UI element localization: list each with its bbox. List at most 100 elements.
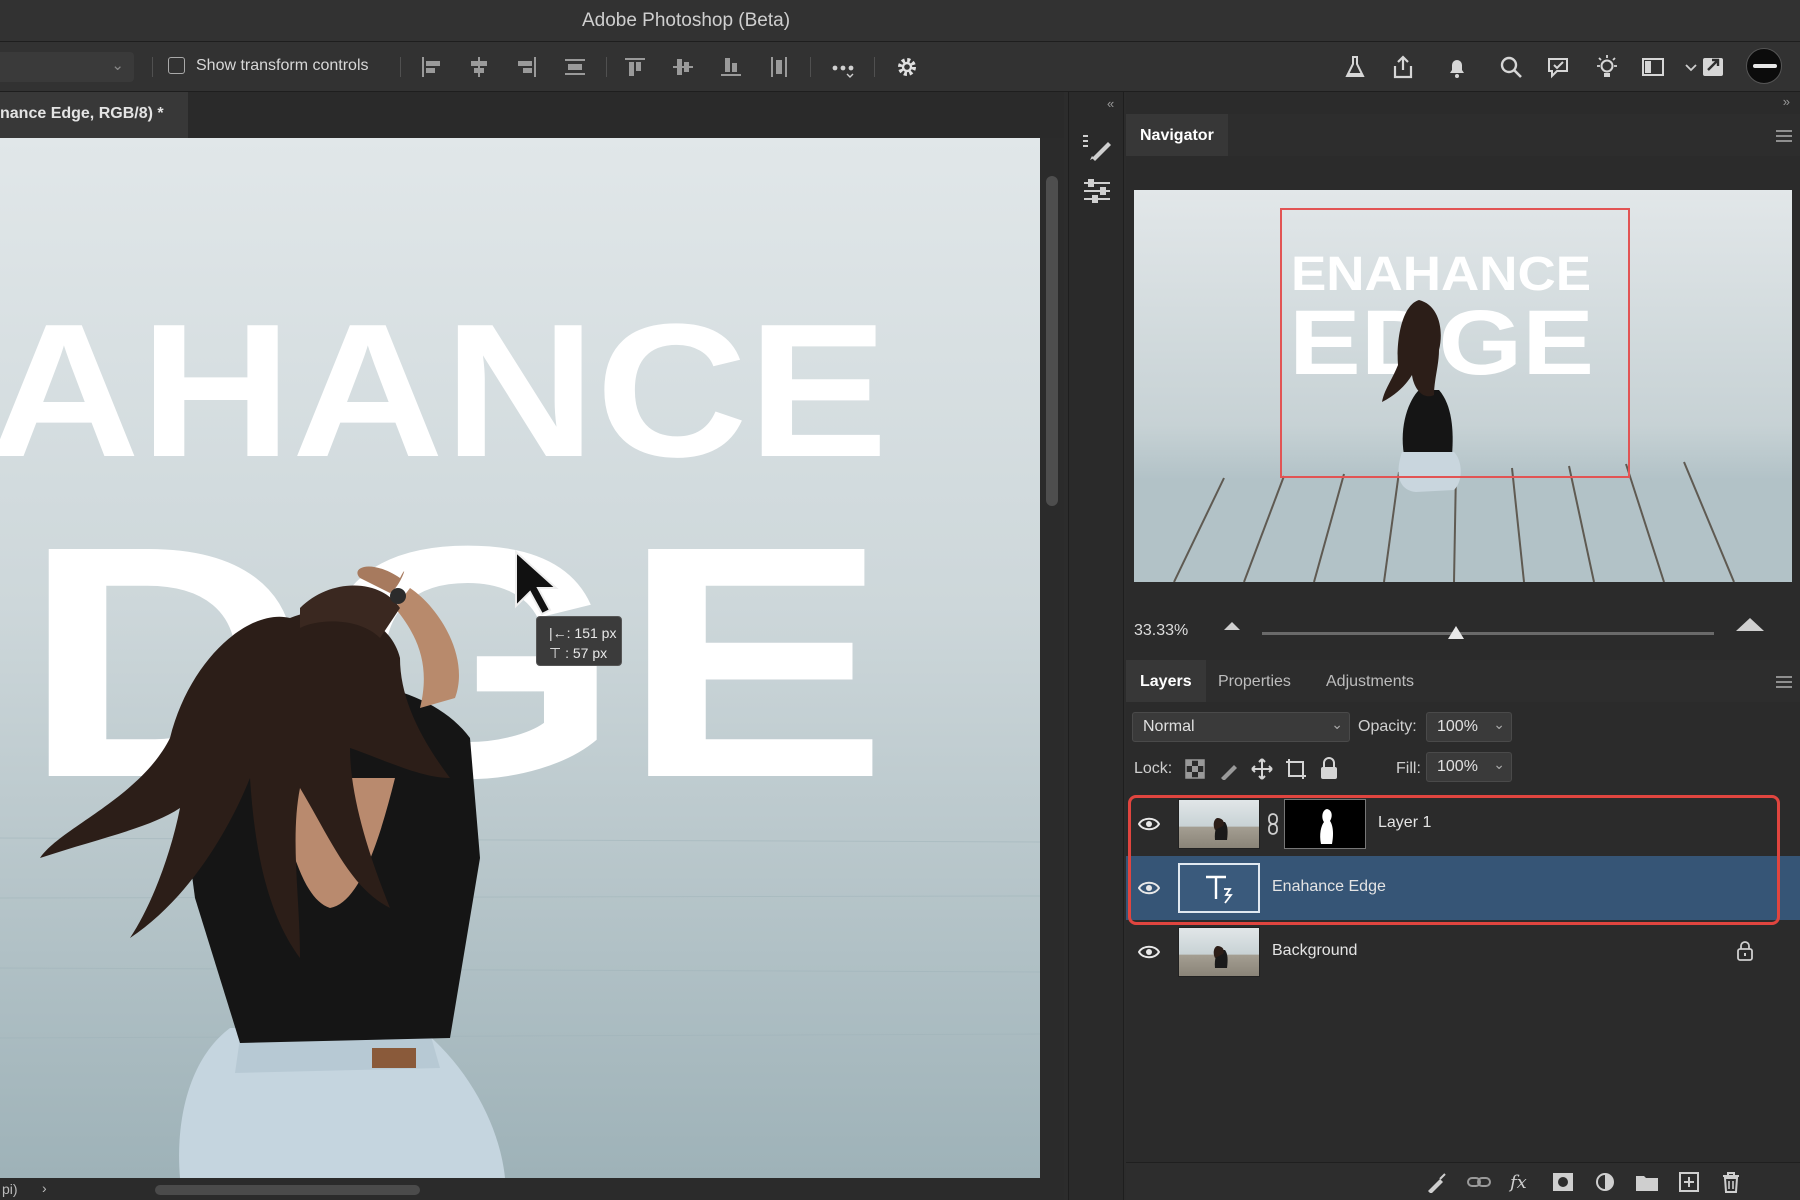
flask-icon[interactable]	[1342, 54, 1368, 80]
add-mask-icon[interactable]	[1550, 1171, 1576, 1193]
blend-row: Normal ⌄ Opacity: 100% ⌄	[1126, 704, 1800, 752]
new-layer-icon[interactable]	[1676, 1171, 1702, 1193]
eye-icon[interactable]	[1138, 942, 1160, 962]
search-icon[interactable]	[1498, 54, 1524, 80]
align-top-icon[interactable]	[622, 54, 648, 80]
separator	[152, 57, 153, 77]
brush-icon[interactable]	[1424, 1171, 1450, 1193]
document-tab-row: nance Edge, RGB/8) *	[0, 92, 1064, 138]
tool-preset-dropdown[interactable]: ⌄	[0, 52, 134, 82]
panel-dock: «	[1068, 92, 1124, 1200]
adjustments-sliders-icon[interactable]	[1080, 174, 1114, 208]
separator	[874, 57, 875, 77]
chevron-down-icon[interactable]: ⌄	[1493, 716, 1505, 733]
distribute-horizontal-icon[interactable]	[766, 54, 792, 80]
canvas-artwork: AHANCE DGE	[0, 138, 1040, 1178]
more-options-icon[interactable]	[830, 54, 856, 80]
layer-thumbnail[interactable]	[1178, 927, 1260, 977]
layer-row-background[interactable]: Background	[1126, 920, 1800, 984]
navigator-thumbnail[interactable]: ENAHANCE EDGE	[1134, 190, 1792, 582]
tab-adjustments[interactable]: Adjustments	[1326, 660, 1414, 702]
folder-icon[interactable]	[1634, 1171, 1660, 1193]
trash-icon[interactable]	[1718, 1171, 1744, 1193]
layers-bottom-bar: fx	[1126, 1162, 1800, 1200]
blend-mode-value: Normal	[1143, 718, 1195, 735]
zoom-in-icon[interactable]	[1736, 618, 1764, 631]
tab-navigator[interactable]: Navigator	[1126, 114, 1228, 156]
lock-all-icon[interactable]	[1318, 757, 1340, 781]
blend-mode-select[interactable]: Normal ⌄	[1132, 712, 1350, 742]
zoom-level[interactable]: 33.33%	[1134, 622, 1188, 640]
chevron-down-icon[interactable]	[1678, 54, 1697, 80]
svg-text:fx: fx	[1508, 1172, 1527, 1193]
show-transform-checkbox[interactable]	[168, 57, 185, 74]
link-layers-icon[interactable]	[1466, 1171, 1492, 1193]
align-bottom-icon[interactable]	[718, 54, 744, 80]
expand-icon[interactable]: »	[1783, 94, 1790, 109]
zoom-slider[interactable]	[1262, 632, 1714, 635]
fill-label: Fill:	[1396, 760, 1421, 777]
app-title: Adobe Photoshop (Beta)	[581, 10, 791, 31]
opacity-input[interactable]: 100% ⌄	[1426, 712, 1512, 742]
share-icon[interactable]	[1390, 54, 1416, 80]
history-brush-icon[interactable]	[1080, 130, 1114, 164]
gear-icon[interactable]	[894, 54, 920, 80]
adjustment-layer-icon[interactable]	[1592, 1171, 1618, 1193]
vertical-scrollbar[interactable]	[1040, 138, 1064, 1178]
bell-icon[interactable]	[1444, 54, 1470, 80]
layers-menu-icon[interactable]	[1776, 676, 1792, 688]
lock-position-icon[interactable]	[1250, 757, 1274, 781]
measure-horizontal: |←: 151 px	[549, 625, 617, 641]
layers-highlight-box	[1128, 795, 1780, 925]
status-menu-arrow[interactable]: ›	[42, 1180, 47, 1196]
navigator-header: Navigator	[1126, 114, 1800, 156]
document-canvas[interactable]: AHANCE DGE	[0, 138, 1040, 1178]
collapse-icon[interactable]: «	[1107, 96, 1114, 111]
align-hcenter-icon[interactable]	[466, 54, 492, 80]
measure-vertical: ⊤ : 57 px	[549, 645, 608, 661]
tab-properties[interactable]: Properties	[1218, 660, 1291, 702]
align-right-icon[interactable]	[514, 54, 540, 80]
cursor-arrow-icon	[512, 548, 560, 618]
canvas-area[interactable]: AHANCE DGE |←: 151 px ⊤ : 57 px	[0, 138, 1040, 1178]
measure-tooltip: |←: 151 px ⊤ : 57 px	[536, 616, 622, 666]
lock-icon[interactable]	[1736, 940, 1754, 962]
navigator-zoom-row: 33.33%	[1126, 612, 1800, 652]
scrollbar-thumb[interactable]	[1046, 176, 1058, 506]
fill-value: 100%	[1437, 758, 1478, 775]
zoom-slider-handle[interactable]	[1448, 626, 1465, 639]
distribute-vertical-icon[interactable]	[562, 54, 588, 80]
layer-name[interactable]: Background	[1272, 942, 1357, 960]
align-left-icon[interactable]	[418, 54, 444, 80]
right-panels: » Navigator ENAHANCE EDGE 33.33% Layers …	[1126, 92, 1800, 1200]
fill-input[interactable]: 100% ⌄	[1426, 752, 1512, 782]
horizontal-scrollbar-thumb[interactable]	[155, 1185, 420, 1195]
feedback-icon[interactable]	[1546, 54, 1572, 80]
chevron-down-icon[interactable]: ⌄	[1493, 756, 1505, 773]
discover-icon[interactable]	[1700, 54, 1726, 80]
tab-layers[interactable]: Layers	[1126, 660, 1206, 702]
navigator-menu-icon[interactable]	[1776, 130, 1792, 142]
lock-transparent-icon[interactable]	[1184, 758, 1206, 780]
fx-icon[interactable]: fx	[1508, 1171, 1534, 1193]
lock-artboard-icon[interactable]	[1284, 757, 1308, 781]
separator	[810, 57, 811, 77]
status-bar: pi) ›	[0, 1178, 1064, 1200]
workspace-icon[interactable]	[1640, 54, 1666, 80]
show-transform-label: Show transform controls	[196, 57, 369, 74]
lightbulb-icon[interactable]	[1594, 54, 1620, 80]
canvas-text-line1: AHANCE	[0, 285, 888, 497]
chevron-down-icon: ⌄	[111, 57, 124, 74]
title-bar: Adobe Photoshop (Beta)	[0, 0, 1800, 42]
document-tab[interactable]: nance Edge, RGB/8) *	[0, 92, 188, 138]
navigator-view-box[interactable]	[1280, 208, 1630, 478]
zoom-out-icon[interactable]	[1224, 622, 1240, 630]
align-vcenter-icon[interactable]	[670, 54, 696, 80]
layers-header: Layers Properties Adjustments	[1126, 660, 1800, 702]
status-text: pi)	[2, 1181, 18, 1197]
opacity-label: Opacity:	[1358, 718, 1417, 735]
opacity-value: 100%	[1437, 718, 1478, 735]
lock-pixels-icon[interactable]	[1218, 758, 1240, 780]
options-bar: ⌄ Show transform controls	[0, 42, 1800, 92]
avatar[interactable]	[1746, 48, 1782, 84]
